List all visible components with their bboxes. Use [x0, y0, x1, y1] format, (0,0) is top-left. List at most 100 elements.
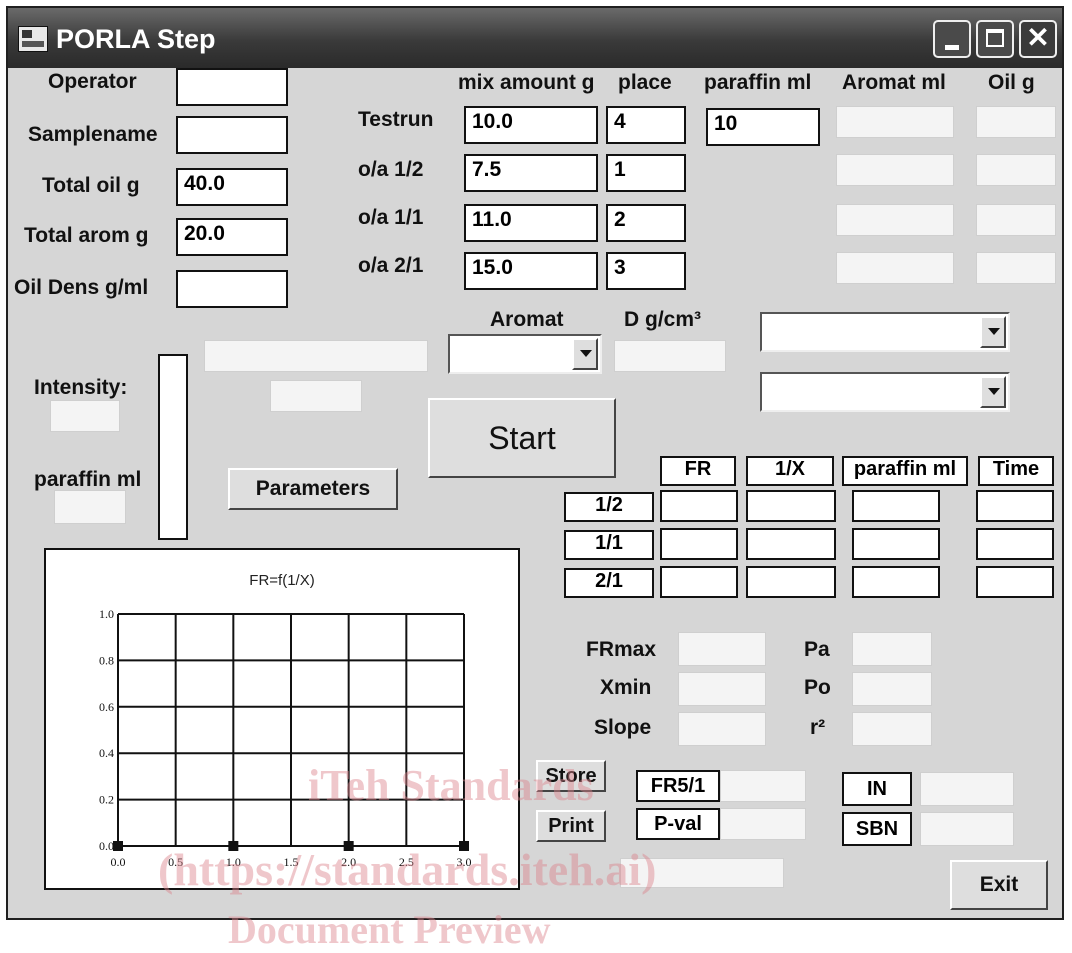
paraffin-1-2-cell	[852, 490, 940, 522]
oa-2-1-place-field[interactable]: 3	[606, 252, 686, 290]
print-button[interactable]: Print	[536, 810, 606, 842]
paraffin-ml-field	[54, 490, 126, 524]
total-arom-label: Total arom g	[24, 224, 149, 247]
pval-field	[720, 808, 806, 840]
density-label: D g/cm³	[624, 308, 702, 331]
paraffin-header: paraffin ml	[704, 71, 812, 94]
fr-header: FR	[660, 456, 736, 486]
in-label: IN	[842, 772, 912, 806]
oa-1-2-oil-field	[976, 154, 1056, 186]
r2-field	[852, 712, 932, 746]
x-tick-label: 3.0	[457, 855, 472, 869]
porla-step-window: PORLA Step ✕ Operator Samplename Total o…	[6, 6, 1064, 952]
testrun-aromat-field	[836, 106, 954, 138]
y-tick-label: 0.8	[99, 653, 114, 667]
oa-1-2-label: o/a 1/2	[358, 158, 424, 181]
status-field	[620, 858, 784, 888]
pa-field	[852, 632, 932, 666]
x-tick-label: 1.5	[284, 855, 299, 869]
x-tick-label: 0.0	[111, 855, 126, 869]
title-bar: PORLA Step ✕	[8, 8, 1062, 68]
testrun-label: Testrun	[358, 108, 434, 131]
oa-1-1-aromat-field	[836, 204, 954, 236]
oa-1-2-place-field[interactable]: 1	[606, 154, 686, 192]
testrun-oil-field	[976, 106, 1056, 138]
y-tick-label: 0.4	[99, 746, 114, 760]
testrun-place-field[interactable]: 4	[606, 106, 686, 144]
close-button[interactable]: ✕	[1019, 20, 1057, 58]
minimize-icon	[945, 45, 959, 50]
po-field	[852, 672, 932, 706]
select-2[interactable]	[760, 372, 1010, 412]
time-header: Time	[978, 456, 1054, 486]
data-point	[228, 841, 239, 851]
x-tick-label: 2.5	[399, 855, 414, 869]
maximize-icon	[986, 29, 1004, 47]
fr-1-2-cell	[660, 490, 738, 522]
select-1[interactable]	[760, 312, 1010, 352]
data-point	[343, 841, 354, 851]
oa-1-2-aromat-field	[836, 154, 954, 186]
total-oil-field[interactable]: 40.0	[176, 168, 288, 206]
data-point	[459, 841, 469, 851]
inv-x-1-2-cell	[746, 490, 836, 522]
paraffin-ml-header: paraffin ml	[842, 456, 968, 486]
intensity-bar	[158, 354, 188, 540]
frmax-field	[678, 632, 766, 666]
aromat-name-field	[204, 340, 428, 372]
paraffin-2-1-cell	[852, 566, 940, 598]
parameters-button[interactable]: Parameters	[228, 468, 398, 510]
aromat-select[interactable]	[448, 334, 602, 374]
y-tick-label: 0.0	[99, 839, 114, 853]
oa-1-2-mix-field[interactable]: 7.5	[464, 154, 598, 192]
xmin-field	[678, 672, 766, 706]
paraffin-ml-label: paraffin ml	[34, 468, 142, 491]
fr-1-1-cell	[660, 528, 738, 560]
xmin-label: Xmin	[600, 676, 652, 699]
testrun-mix-field[interactable]: 10.0	[464, 106, 598, 144]
x-tick-label: 1.0	[226, 855, 241, 869]
total-arom-field[interactable]: 20.0	[176, 218, 288, 256]
exit-button[interactable]: Exit	[950, 860, 1048, 910]
mix-amount-header: mix amount g	[458, 71, 595, 94]
maximize-button[interactable]	[976, 20, 1014, 58]
inv-x-header: 1/X	[746, 456, 834, 486]
samplename-field[interactable]	[176, 116, 288, 154]
sbn-field	[920, 812, 1014, 846]
start-button[interactable]: Start	[428, 398, 616, 478]
inv-x-1-1-cell	[746, 528, 836, 560]
oa-2-1-mix-field[interactable]: 15.0	[464, 252, 598, 290]
pa-label: Pa	[804, 638, 830, 661]
r2-label: r²	[810, 716, 826, 739]
intensity-field	[50, 400, 120, 432]
oa-1-1-label: o/a 1/1	[358, 206, 424, 229]
oa-1-1-mix-field[interactable]: 11.0	[464, 204, 598, 242]
oa-1-1-oil-field	[976, 204, 1056, 236]
oil-g-header: Oil g	[988, 71, 1035, 94]
operator-field[interactable]	[176, 68, 288, 106]
time-1-1-cell	[976, 528, 1054, 560]
fr51-label: FR5/1	[636, 770, 720, 802]
y-tick-label: 0.2	[99, 793, 114, 807]
time-1-2-cell	[976, 490, 1054, 522]
inv-x-2-1-cell	[746, 566, 836, 598]
chevron-down-icon[interactable]	[980, 376, 1006, 408]
total-oil-label: Total oil g	[42, 174, 140, 197]
chart-plot: 0.0 0.5 1.0 1.5 2.0 2.5 3.0 0.0 0.2 0.4 0.6 0.8 1.0	[99, 607, 472, 869]
row-1-2-label: 1/2	[564, 492, 654, 522]
density-field	[614, 340, 726, 372]
chevron-down-icon[interactable]	[572, 338, 598, 370]
row-1-1-label: 1/1	[564, 530, 654, 560]
row-2-1-label: 2/1	[564, 568, 654, 598]
minimize-button[interactable]	[933, 20, 971, 58]
place-header: place	[618, 71, 672, 94]
aromat-ml-header: Aromat ml	[842, 71, 946, 94]
store-button[interactable]: Store	[536, 760, 606, 792]
oa-2-1-aromat-field	[836, 252, 954, 284]
oa-2-1-oil-field	[976, 252, 1056, 284]
testrun-paraffin-field[interactable]: 10	[706, 108, 820, 146]
chevron-down-icon[interactable]	[980, 316, 1006, 348]
in-field	[920, 772, 1014, 806]
oil-dens-field[interactable]	[176, 270, 288, 308]
oa-1-1-place-field[interactable]: 2	[606, 204, 686, 242]
